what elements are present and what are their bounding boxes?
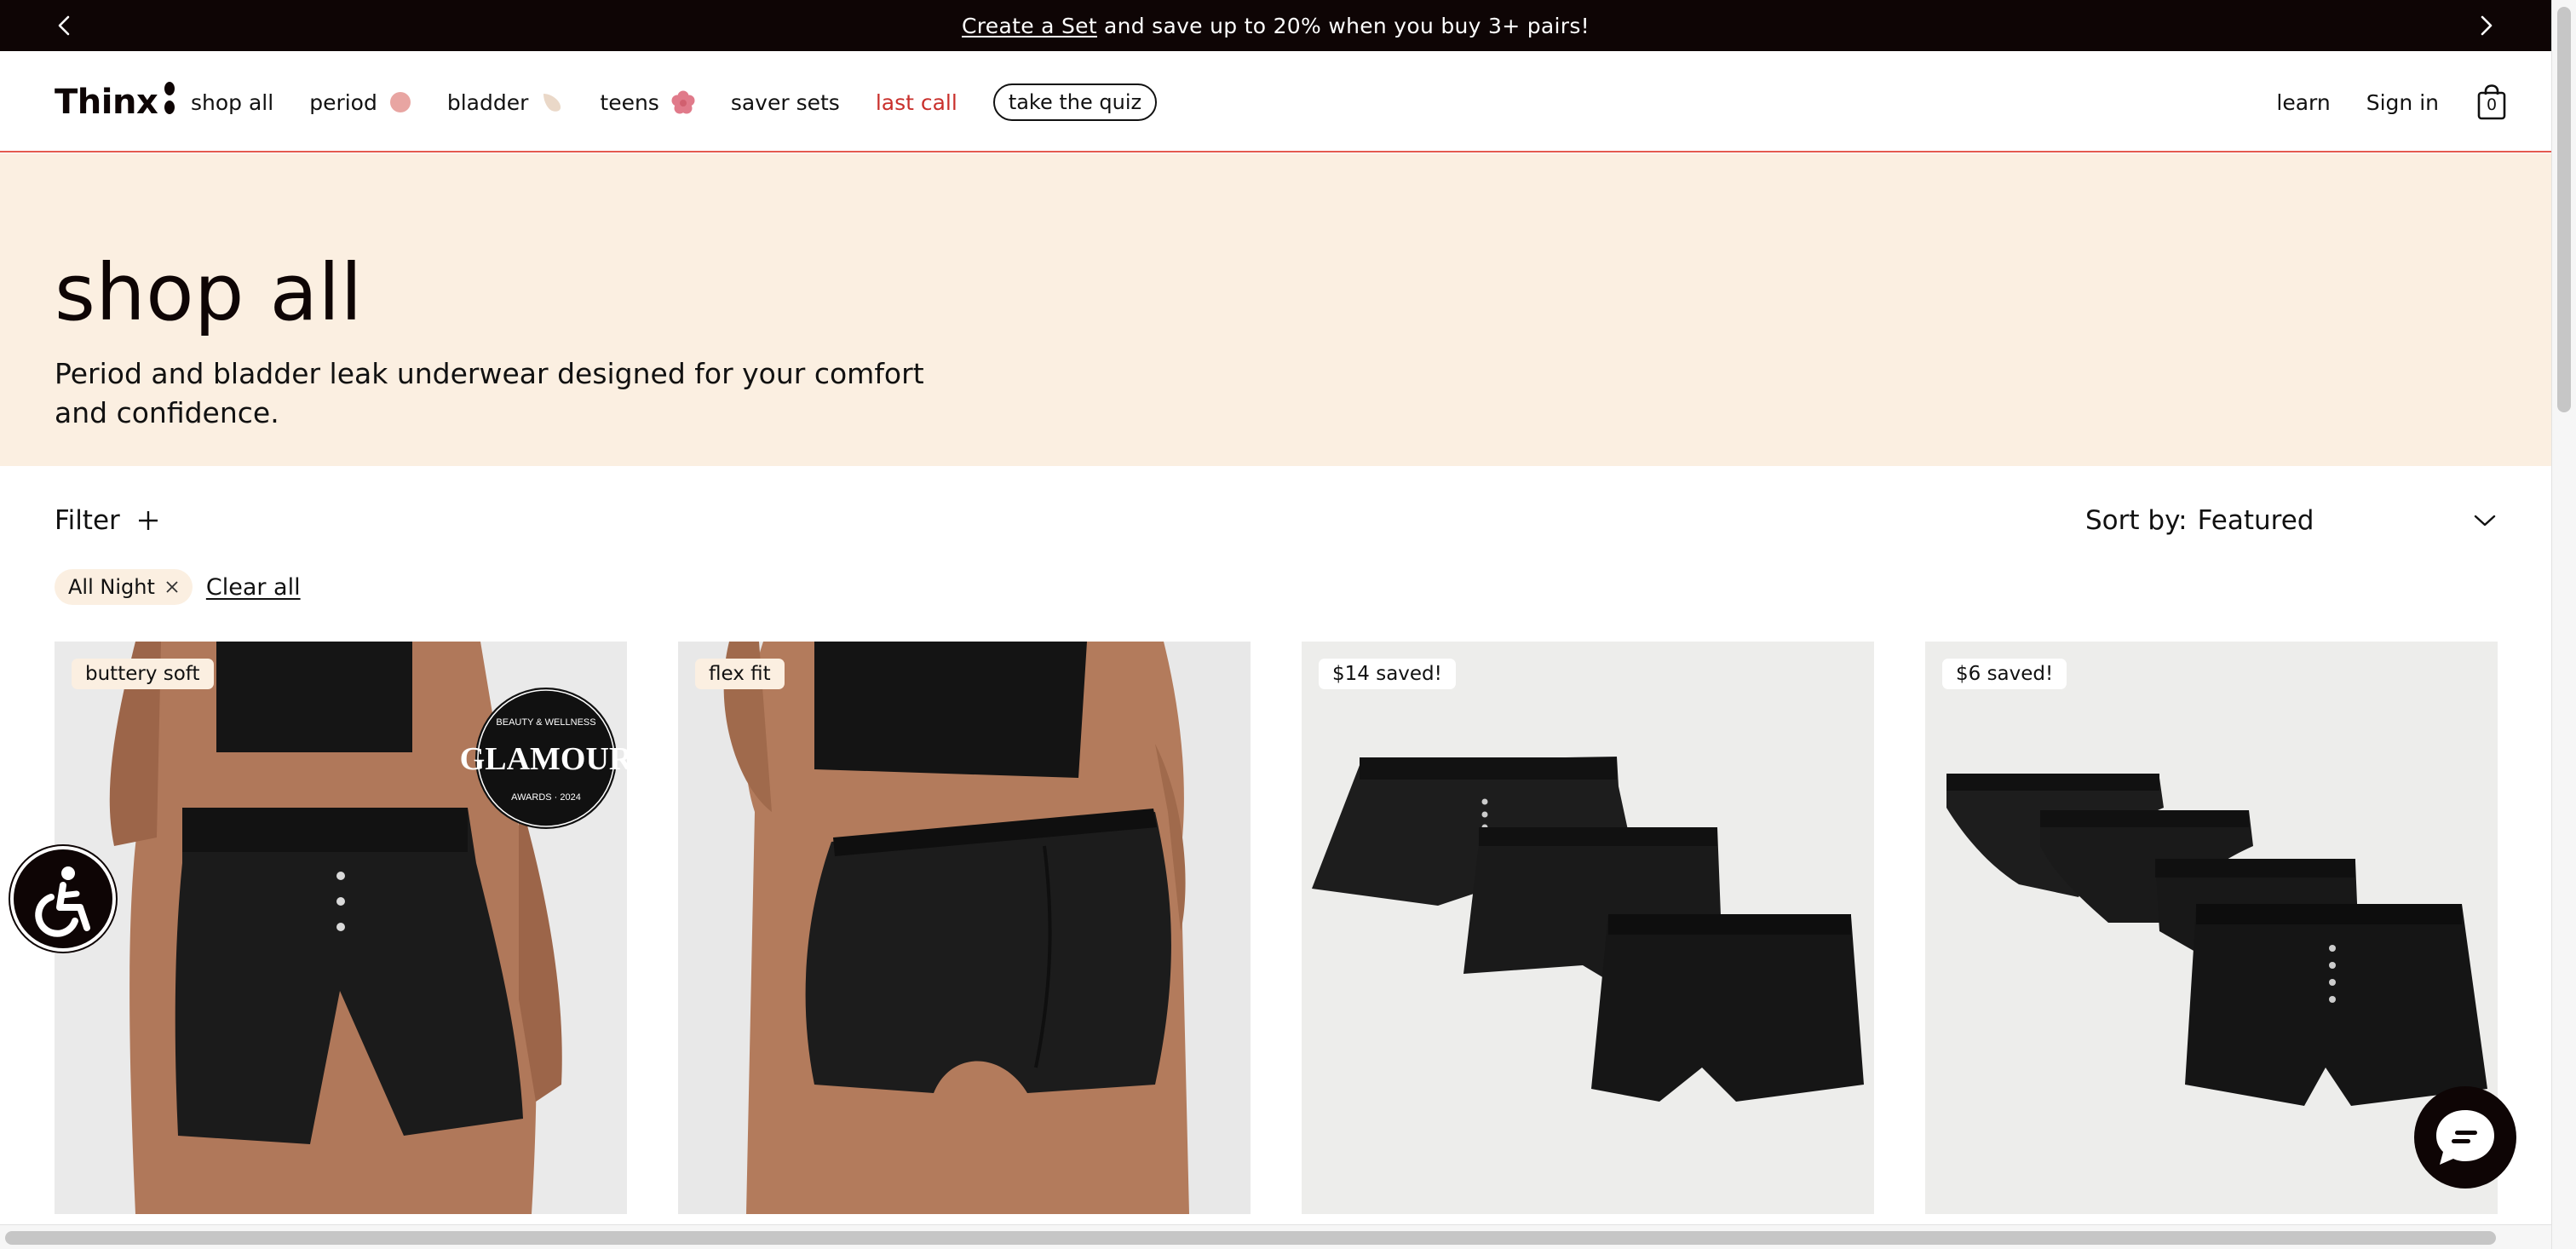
period-dot-icon [389, 91, 411, 113]
product-card[interactable]: flex fit [678, 642, 1251, 1214]
thinx-logo[interactable]: Thinx [55, 81, 176, 124]
filter-label: Filter [55, 505, 120, 536]
accessibility-button[interactable] [10, 846, 116, 952]
product-badge: flex fit [695, 659, 785, 689]
announcement-bar: Create a Set and save up to 20% when you… [0, 0, 2551, 51]
take-the-quiz-button[interactable]: take the quiz [992, 83, 1158, 121]
cart-count: 0 [2486, 95, 2498, 114]
horizontal-scrollbar[interactable] [0, 1224, 2551, 1249]
nav-saver-sets[interactable]: saver sets [731, 90, 840, 115]
nav-teens-label: teens [600, 89, 659, 115]
nav-last-call[interactable]: last call [876, 90, 957, 115]
nav-period[interactable]: period [309, 90, 411, 115]
plus-icon [137, 509, 159, 532]
product-badge: buttery soft [72, 659, 214, 689]
chevron-right-icon[interactable] [2472, 12, 2499, 39]
product-badge: $14 saved! [1319, 659, 1456, 689]
product-image [1925, 642, 2498, 1214]
learn-link[interactable]: learn [2276, 90, 2330, 115]
nav-teens[interactable]: teens [600, 89, 695, 115]
sort-value: Featured [2197, 505, 2314, 536]
page: Create a Set and save up to 20% when you… [0, 0, 2576, 1249]
nav-bladder-label: bladder [446, 89, 529, 115]
award-title: GLAMOUR [460, 741, 627, 777]
cart-button[interactable]: 0 [2475, 83, 2509, 121]
chevron-down-icon [2474, 514, 2496, 527]
product-image [1302, 642, 1874, 1214]
award-bottom-text: AWARDS · 2024 [511, 792, 581, 803]
clear-all-link[interactable]: Clear all [206, 574, 301, 601]
award-top-text: BEAUTY & WELLNESS [496, 717, 595, 728]
product-image: GLAMOUR BEAUTY & WELLNESS AWARDS · 2024 [55, 642, 627, 1214]
sort-label: Sort by: [2085, 505, 2188, 536]
filter-chip-label: All Night [68, 575, 155, 599]
main-nav: shop all period bladder teens saver sets… [191, 83, 1158, 121]
page-title: shop all [55, 247, 363, 338]
page-subtitle: Period and bladder leak underwear design… [55, 357, 924, 429]
active-filters: All Night Clear all [55, 569, 301, 605]
product-badge: $6 saved! [1942, 659, 2067, 689]
logo-text: Thinx [55, 83, 158, 122]
product-card[interactable]: GLAMOUR BEAUTY & WELLNESS AWARDS · 2024 … [55, 642, 627, 1214]
nav-last-call-label: last call [875, 89, 957, 115]
logo-bean-icon [163, 81, 176, 124]
nav-saver-sets-label: saver sets [730, 89, 840, 115]
nav-period-label: period [309, 89, 377, 115]
header-utilities: learn Sign in 0 [2240, 82, 2509, 123]
wheelchair-accessibility-icon [35, 866, 90, 937]
chevron-left-icon[interactable] [51, 12, 78, 39]
site-header: Thinx shop all period bladder teens save… [0, 51, 2551, 153]
chat-button[interactable] [2414, 1086, 2516, 1189]
close-icon[interactable] [165, 580, 179, 594]
sign-in-link[interactable]: Sign in [2366, 90, 2439, 115]
filter-chip-all-night[interactable]: All Night [55, 569, 193, 605]
sort-dropdown[interactable]: Sort by: Featured [2085, 501, 2496, 540]
vertical-scrollbar[interactable] [2551, 0, 2576, 1249]
horizontal-scroll-thumb[interactable] [5, 1231, 2496, 1245]
product-card[interactable]: $6 saved! [1925, 642, 2498, 1214]
filter-toggle[interactable]: Filter [55, 501, 159, 540]
chat-bubble-icon [2436, 1110, 2494, 1165]
product-image [678, 642, 1251, 1214]
nav-bladder[interactable]: bladder [447, 90, 565, 115]
nav-shop-all-label: shop all [191, 89, 274, 115]
create-a-set-link[interactable]: Create a Set [962, 14, 1097, 38]
flower-icon [671, 90, 695, 114]
hero-banner: shop all Period and bladder leak underwe… [0, 153, 2551, 466]
nav-shop-all[interactable]: shop all [191, 90, 273, 115]
bladder-drop-icon [540, 91, 564, 113]
announcement-text: and save up to 20% when you buy 3+ pairs… [1103, 13, 1590, 38]
vertical-scroll-thumb[interactable] [2557, 7, 2571, 412]
product-card[interactable]: $14 saved! [1302, 642, 1874, 1214]
